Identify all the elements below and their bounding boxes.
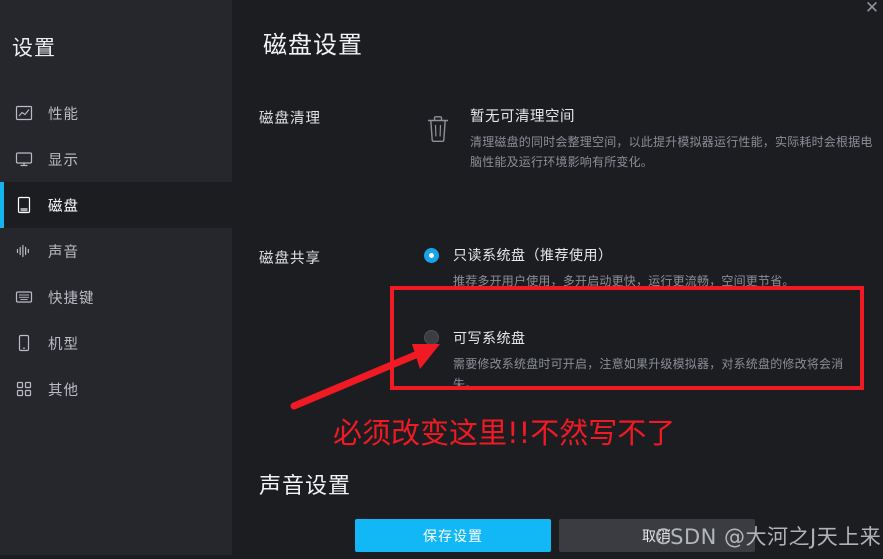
sidebar-item-disk[interactable]: 磁盘 <box>0 182 232 228</box>
page-title: 磁盘设置 <box>263 25 363 60</box>
performance-chart-icon <box>14 103 34 123</box>
radio-description: 需要修改系统盘时可开启，注意如果升级模拟器，对系统盘的修改将会消失。 <box>453 355 865 395</box>
radio-label: 只读系统盘（推荐使用） <box>453 245 613 265</box>
sidebar-item-label: 显示 <box>48 149 79 170</box>
sidebar-title: 设置 <box>0 0 232 62</box>
radio-label: 可写系统盘 <box>453 328 526 348</box>
disk-cleanup-label: 磁盘清理 <box>259 105 424 173</box>
radio-button-selected-icon[interactable] <box>424 248 439 263</box>
sidebar-item-label: 快捷键 <box>48 287 95 308</box>
disk-icon <box>14 195 34 215</box>
phone-icon <box>14 333 34 353</box>
disk-cleanup-row: 磁盘清理 暂无可清理空间 清理磁盘的同时会整理空间， <box>259 105 874 173</box>
sidebar-item-performance[interactable]: 性能 <box>0 90 232 136</box>
grid-icon <box>14 379 34 399</box>
sidebar-item-label: 其他 <box>48 379 79 400</box>
csdn-watermark: CSDN @大河之J天上来 <box>655 521 881 551</box>
sidebar-nav: 性能 显示 <box>0 90 232 412</box>
disk-cleanup-description: 清理磁盘的同时会整理空间，以此提升模拟器运行性能，实际耗时会根据电脑性能及运行环… <box>470 133 874 173</box>
content-panel: ✕ 磁盘设置 磁盘清理 暂无可清 <box>232 0 883 555</box>
sidebar-item-device-model[interactable]: 机型 <box>0 320 232 366</box>
close-icon[interactable]: ✕ <box>857 0 883 22</box>
sidebar-item-label: 机型 <box>48 333 79 354</box>
sidebar-item-label: 性能 <box>48 103 79 124</box>
disk-sharing-label: 磁盘共享 <box>259 245 424 394</box>
sidebar-item-label: 声音 <box>48 241 79 262</box>
sound-wave-icon <box>14 241 34 261</box>
radio-description: 推荐多开用户使用，多开启动更快，运行更流畅，空间更节省。 <box>453 272 865 292</box>
sidebar: 设置 性能 显示 <box>0 0 232 555</box>
trash-icon[interactable] <box>424 114 452 148</box>
sidebar-item-label: 磁盘 <box>48 195 79 216</box>
keyboard-icon <box>14 287 34 307</box>
sidebar-item-display[interactable]: 显示 <box>0 136 232 182</box>
radio-option-readonly-system-disk[interactable]: 只读系统盘（推荐使用） 推荐多开用户使用，多开启动更快，运行更流畅，空间更节省。 <box>424 245 865 292</box>
save-button[interactable]: 保存设置 <box>355 519 551 552</box>
disk-sharing-row: 磁盘共享 只读系统盘（推荐使用） 推荐多开用户使用，多开启动更快，运行更流畅，空… <box>259 245 865 394</box>
disk-cleanup-status: 暂无可清理空间 <box>470 105 874 126</box>
sidebar-item-shortcuts[interactable]: 快捷键 <box>0 274 232 320</box>
monitor-icon <box>14 149 34 169</box>
sound-settings-heading: 声音设置 <box>259 468 351 500</box>
sidebar-item-sound[interactable]: 声音 <box>0 228 232 274</box>
radio-option-writable-system-disk[interactable]: 可写系统盘 需要修改系统盘时可开启，注意如果升级模拟器，对系统盘的修改将会消失。 <box>424 328 865 395</box>
sidebar-item-other[interactable]: 其他 <box>0 366 232 412</box>
settings-window: 设置 性能 显示 <box>0 0 883 555</box>
radio-button-unselected-icon[interactable] <box>424 330 439 345</box>
